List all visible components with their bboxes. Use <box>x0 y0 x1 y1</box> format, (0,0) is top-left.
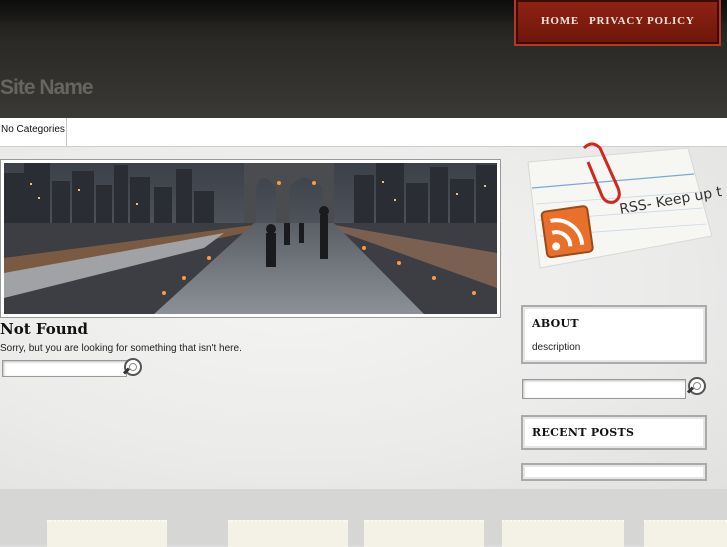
torn-paper <box>228 520 348 547</box>
torn-paper <box>644 520 727 547</box>
bridge-photo <box>4 163 497 314</box>
rss-note[interactable]: RSS- Keep up to date <box>522 140 722 280</box>
search-icon[interactable] <box>686 377 708 397</box>
about-widget: ABOUT description <box>521 305 707 364</box>
torn-paper <box>364 520 484 547</box>
not-found-message: Sorry, but you are looking for something… <box>0 343 242 354</box>
main-search-input[interactable] <box>2 360 127 377</box>
nav-privacy-link[interactable]: PRIVACY POLICY <box>589 15 695 27</box>
about-description: description <box>532 342 581 353</box>
search-icon[interactable] <box>122 358 144 378</box>
sidebar-search-input[interactable] <box>522 379 686 399</box>
not-found-title: Not Found <box>0 320 89 338</box>
main-nav: HOME PRIVACY POLICY <box>514 0 721 46</box>
nav-home-link[interactable]: HOME <box>541 15 579 27</box>
about-title: ABOUT <box>532 317 579 330</box>
torn-paper <box>47 520 167 547</box>
recent-posts-widget: RECENT POSTS <box>521 415 707 450</box>
header-banner-image <box>0 159 501 318</box>
torn-paper <box>502 520 624 547</box>
site-name[interactable]: Site Name <box>0 76 94 100</box>
sidebar-empty-widget <box>521 463 707 481</box>
recent-posts-title: RECENT POSTS <box>532 426 635 439</box>
site-header: HOME PRIVACY POLICY Site Name <box>0 0 727 118</box>
category-item: No Categories <box>0 118 67 146</box>
rss-icon <box>540 205 594 259</box>
